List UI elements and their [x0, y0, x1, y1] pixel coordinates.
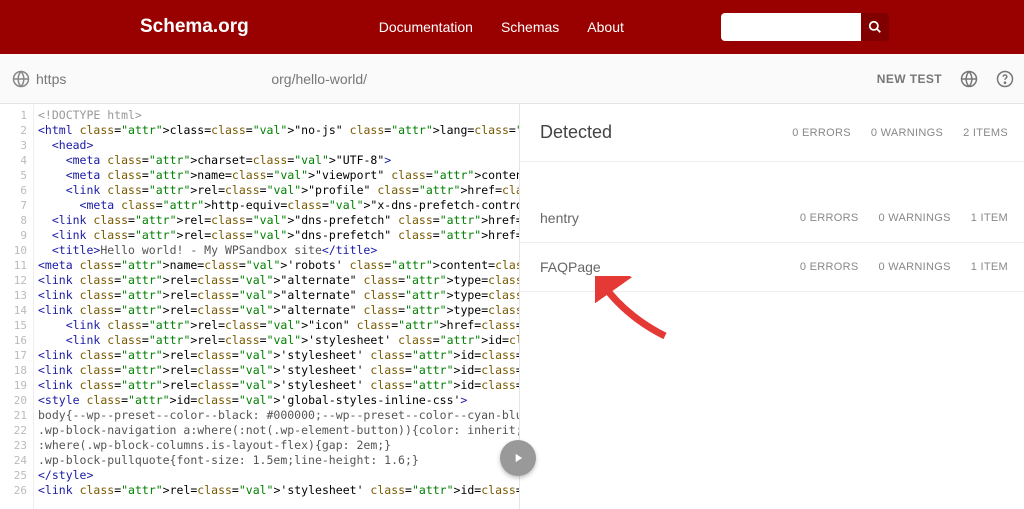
- summary-warnings: 0 WARNINGS: [871, 127, 943, 139]
- logo[interactable]: Schema.org: [140, 16, 249, 38]
- result-spacer: [520, 162, 1024, 194]
- row-items: 1 ITEM: [971, 212, 1008, 224]
- row-errors: 0 ERRORS: [800, 212, 859, 224]
- language-icon[interactable]: [960, 70, 978, 88]
- new-test-button[interactable]: NEW TEST: [877, 72, 942, 86]
- row-errors: 0 ERRORS: [800, 261, 859, 273]
- site-header: Schema.org Documentation Schemas About: [0, 0, 1024, 54]
- search-input[interactable]: [721, 13, 861, 41]
- globe-icon: [12, 70, 30, 88]
- search-wrap: [721, 13, 889, 41]
- search-button[interactable]: [861, 13, 889, 41]
- nav-documentation[interactable]: Documentation: [379, 19, 473, 35]
- summary-items: 2 ITEMS: [963, 127, 1008, 139]
- row-items: 1 ITEM: [971, 261, 1008, 273]
- search-icon: [868, 20, 882, 34]
- code-panel[interactable]: 1234567891011121314151617181920212223242…: [0, 104, 520, 509]
- nav-schemas[interactable]: Schemas: [501, 19, 559, 35]
- results-summary: 0 ERRORS 0 WARNINGS 2 ITEMS: [792, 127, 1008, 139]
- tool-subheader: httpsorg/hello-world/ NEW TEST: [0, 54, 1024, 104]
- row-warnings: 0 WARNINGS: [878, 261, 950, 273]
- run-button[interactable]: [500, 440, 536, 476]
- nav-about[interactable]: About: [587, 19, 624, 35]
- result-row-hentry[interactable]: hentry 0 ERRORS 0 WARNINGS 1 ITEM: [520, 194, 1024, 243]
- results-title: Detected: [540, 122, 612, 143]
- help-icon[interactable]: [996, 70, 1014, 88]
- result-name: FAQPage: [540, 259, 601, 275]
- results-panel: Detected 0 ERRORS 0 WARNINGS 2 ITEMS hen…: [520, 104, 1024, 509]
- line-gutter: 1234567891011121314151617181920212223242…: [0, 104, 34, 509]
- code-lines: <!DOCTYPE html><html class="attr">class=…: [34, 104, 519, 509]
- results-header: Detected 0 ERRORS 0 WARNINGS 2 ITEMS: [520, 104, 1024, 162]
- summary-errors: 0 ERRORS: [792, 127, 851, 139]
- url-display[interactable]: httpsorg/hello-world/: [36, 71, 367, 87]
- row-warnings: 0 WARNINGS: [878, 212, 950, 224]
- play-icon: [511, 451, 525, 465]
- result-row-faqpage[interactable]: FAQPage 0 ERRORS 0 WARNINGS 1 ITEM: [520, 243, 1024, 292]
- nav-links: Documentation Schemas About: [379, 19, 624, 35]
- result-name: hentry: [540, 210, 579, 226]
